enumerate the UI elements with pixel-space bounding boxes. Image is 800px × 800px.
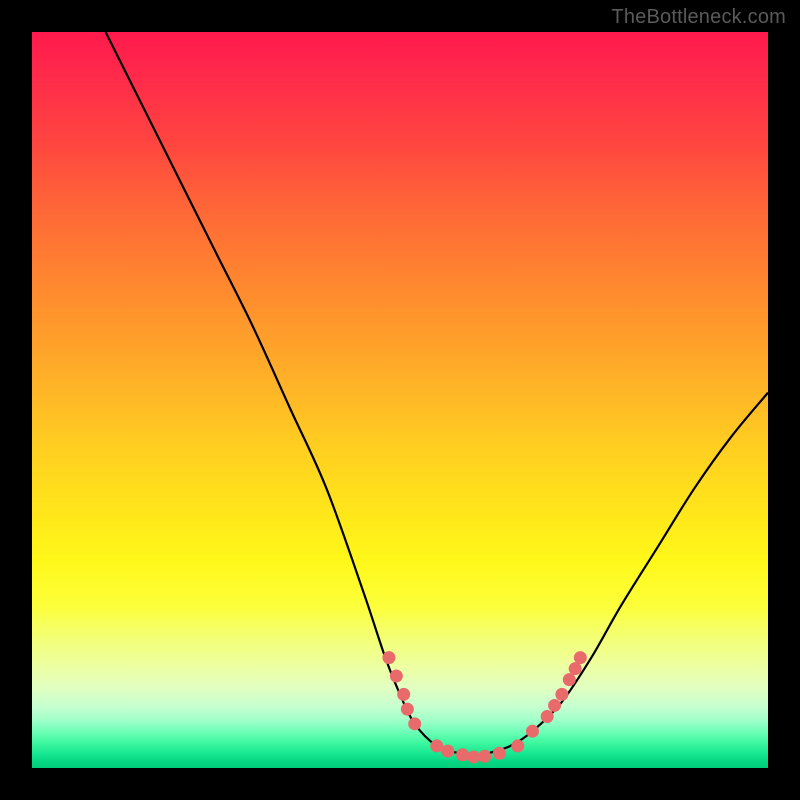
curve-layer	[32, 32, 768, 768]
chart-frame: TheBottleneck.com	[0, 0, 800, 800]
curve-marker	[456, 748, 469, 761]
curve-marker	[430, 739, 443, 752]
curve-marker	[478, 750, 491, 763]
watermark-text: TheBottleneck.com	[611, 6, 786, 29]
curve-marker	[467, 750, 480, 763]
curve-markers	[382, 651, 586, 763]
curve-marker	[382, 651, 395, 664]
curve-marker	[493, 747, 506, 760]
curve-marker	[397, 688, 410, 701]
curve-marker	[569, 662, 582, 675]
curve-marker	[390, 670, 403, 683]
curve-marker	[526, 725, 539, 738]
bottleneck-curve-path	[106, 32, 768, 757]
curve-marker	[408, 717, 421, 730]
curve-marker	[548, 699, 561, 712]
curve-marker	[574, 651, 587, 664]
curve-marker	[563, 673, 576, 686]
bottleneck-curve	[106, 32, 768, 757]
curve-marker	[555, 688, 568, 701]
curve-marker	[441, 745, 454, 758]
curve-marker	[401, 703, 414, 716]
curve-marker	[541, 710, 554, 723]
curve-marker	[511, 739, 524, 752]
plot-area	[32, 32, 768, 768]
